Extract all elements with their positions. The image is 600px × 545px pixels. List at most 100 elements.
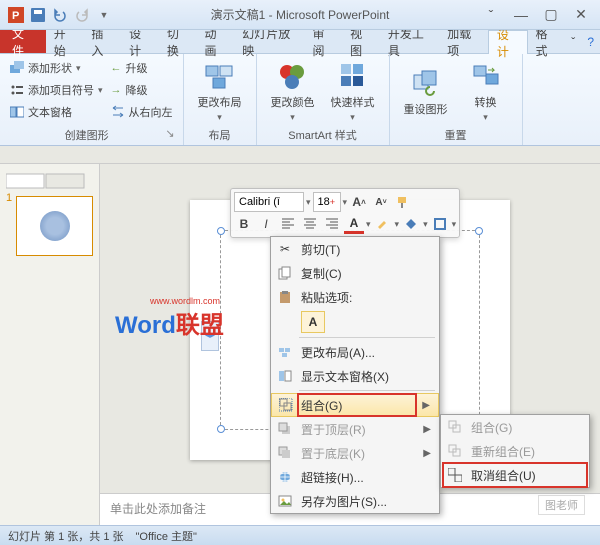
change-colors-button[interactable]: 更改颜色▾ xyxy=(265,58,321,125)
bold-button[interactable]: B xyxy=(234,214,254,234)
tab-format[interactable]: 格式 xyxy=(528,30,566,53)
convert-button[interactable]: 转换▾ xyxy=(458,58,514,125)
menu-bring-front[interactable]: 置于顶层(R)▶ xyxy=(271,417,439,441)
menu-send-back[interactable]: 置于底层(K)▶ xyxy=(271,441,439,465)
shape-outline-button[interactable] xyxy=(430,214,450,234)
italic-button[interactable]: I xyxy=(256,214,276,234)
text-pane-icon xyxy=(277,368,293,384)
grow-font-button[interactable]: A˄ xyxy=(349,192,369,212)
add-shape-label: 添加形状 xyxy=(28,60,72,76)
tab-developer[interactable]: 开发工具 xyxy=(380,30,439,53)
slide-thumbnail[interactable] xyxy=(16,196,93,256)
chevron-down-icon[interactable]: ▾ xyxy=(366,219,371,230)
close-icon[interactable]: ✕ xyxy=(572,6,590,24)
slide-counter: 幻灯片 第 1 张，共 1 张 xyxy=(8,528,124,544)
align-right-button[interactable] xyxy=(322,214,342,234)
chevron-down-icon[interactable]: ▾ xyxy=(306,197,311,208)
menu-label: 显示文本窗格(X) xyxy=(301,368,389,385)
tab-animations[interactable]: 动画 xyxy=(197,30,235,53)
rtl-button[interactable]: 从右向左 xyxy=(109,102,175,122)
svg-text:P: P xyxy=(12,10,19,22)
ribbon-group-layouts: 更改布局▾ 布局 xyxy=(184,54,257,145)
help-icon[interactable]: ? xyxy=(581,30,600,53)
chevron-down-icon[interactable]: ▾ xyxy=(395,219,400,230)
expand-text-pane-button[interactable]: ◂▸ xyxy=(201,321,219,351)
chevron-down-icon[interactable]: ▾ xyxy=(452,219,457,230)
window-title: 演示文稿1 - Microsoft PowerPoint xyxy=(211,6,390,23)
menu-show-text-pane[interactable]: 显示文本窗格(X) xyxy=(271,364,439,388)
quick-styles-button[interactable]: 快速样式▾ xyxy=(325,58,381,125)
slide-number: 1 xyxy=(6,192,12,204)
chevron-down-icon[interactable]: ▾ xyxy=(343,197,348,208)
watermark-url: www.wordlm.com xyxy=(150,296,220,306)
menu-separator xyxy=(299,337,435,338)
minimize-ribbon-icon[interactable]: ˇ xyxy=(565,30,581,53)
paste-option-row: A xyxy=(271,309,439,335)
demote-label: 降级 xyxy=(126,82,148,98)
chevron-down-icon[interactable]: ▾ xyxy=(423,219,428,230)
minimize-icon[interactable]: — xyxy=(512,6,530,24)
submenu-group-item[interactable]: 组合(G) xyxy=(441,415,589,439)
font-size-value: 18 xyxy=(318,196,330,208)
highlight-box xyxy=(297,393,417,417)
tab-home[interactable]: 开始 xyxy=(46,30,84,53)
submenu-regroup-item[interactable]: 重新组合(E) xyxy=(441,439,589,463)
demote-button[interactable]: →降级 xyxy=(109,80,175,100)
format-painter-button[interactable] xyxy=(393,192,413,212)
font-color-button[interactable]: A xyxy=(344,214,364,234)
shape-fill-button[interactable] xyxy=(401,214,421,234)
qat-dropdown-icon[interactable]: ▼ xyxy=(96,7,112,23)
menu-separator xyxy=(299,390,435,391)
highlight-button[interactable] xyxy=(373,214,393,234)
minimize-ribbon-icon[interactable]: ˇ xyxy=(482,6,500,24)
tab-design[interactable]: 设计 xyxy=(121,30,159,53)
paste-icon xyxy=(277,289,293,305)
redo-icon[interactable] xyxy=(74,7,90,23)
reset-graphic-label: 重设图形 xyxy=(404,101,448,117)
align-center-button[interactable] xyxy=(300,214,320,234)
menu-copy[interactable]: 复制(C) xyxy=(271,261,439,285)
menu-paste-options[interactable]: 粘贴选项: xyxy=(271,285,439,309)
reset-graphic-button[interactable]: 重设图形 xyxy=(398,58,454,125)
layout-icon xyxy=(277,344,293,360)
tab-view[interactable]: 视图 xyxy=(342,30,380,53)
tab-insert[interactable]: 插入 xyxy=(83,30,121,53)
paste-keep-formatting-button[interactable]: A xyxy=(301,311,325,333)
maximize-icon[interactable]: ▢ xyxy=(542,6,560,24)
change-layout-label: 更改布局 xyxy=(198,94,242,110)
change-layout-button[interactable]: 更改布局▾ xyxy=(192,58,248,125)
resize-handle-icon[interactable] xyxy=(217,227,225,235)
promote-button[interactable]: ←升级 xyxy=(109,58,175,78)
tab-transitions[interactable]: 切换 xyxy=(159,30,197,53)
menu-hyperlink[interactable]: 超链接(H)... xyxy=(271,465,439,489)
tab-addins[interactable]: 加载项 xyxy=(439,30,488,53)
dialog-launcher-icon[interactable]: ↘ xyxy=(165,127,174,140)
tab-file[interactable]: 文件 xyxy=(0,30,46,53)
tab-smartart-design[interactable]: 设计 xyxy=(488,30,528,54)
submenu-arrow-icon: ▶ xyxy=(423,424,431,435)
add-shape-button[interactable]: 添加形状 ▾ xyxy=(8,58,105,78)
menu-save-as-picture[interactable]: 另存为图片(S)... xyxy=(271,489,439,513)
resize-handle-icon[interactable] xyxy=(475,227,483,235)
tab-review[interactable]: 审阅 xyxy=(304,30,342,53)
text-pane-button[interactable]: 文本窗格 xyxy=(8,102,105,122)
theme-name: "Office 主题" xyxy=(136,528,197,544)
menu-change-layout[interactable]: 更改布局(A)... xyxy=(271,340,439,364)
tab-slideshow[interactable]: 幻灯片放映 xyxy=(234,30,304,53)
resize-handle-icon[interactable] xyxy=(217,425,225,433)
group-icon xyxy=(447,419,463,435)
add-bullet-button[interactable]: 添加项目符号 ▾ xyxy=(8,80,105,100)
menu-label: 组合(G) xyxy=(471,419,512,436)
shrink-font-button[interactable]: A˅ xyxy=(371,192,391,212)
undo-icon[interactable] xyxy=(52,7,68,23)
align-left-button[interactable] xyxy=(278,214,298,234)
font-family-select[interactable]: Calibri (ī xyxy=(234,192,304,212)
send-back-icon xyxy=(277,445,293,461)
submenu-ungroup-item[interactable]: 取消组合(U) xyxy=(441,463,589,487)
rtl-label: 从右向左 xyxy=(129,104,173,120)
menu-group[interactable]: 组合(G)▶ xyxy=(271,393,439,417)
font-size-select[interactable]: 18+ xyxy=(313,192,341,212)
menu-cut[interactable]: ✂剪切(T) xyxy=(271,237,439,261)
thumbnail-tabs[interactable] xyxy=(6,172,93,192)
save-icon[interactable] xyxy=(30,7,46,23)
